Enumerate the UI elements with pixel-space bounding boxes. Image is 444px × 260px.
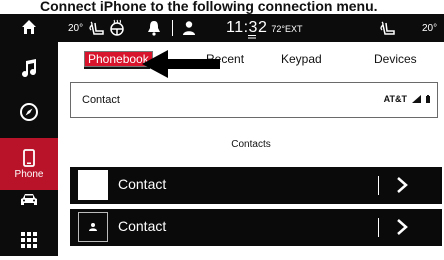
avatar: [78, 212, 108, 242]
heated-seat-icon[interactable]: [88, 14, 106, 42]
compass-icon: [20, 103, 38, 121]
sidebar-item-navigation[interactable]: [0, 92, 58, 132]
status-bar: 20° 11:32 72°EXT 20°: [58, 14, 444, 42]
device-name: Contact: [82, 94, 120, 106]
caption-text: Connect iPhone to the following connecti…: [0, 0, 444, 14]
status-divider: [172, 20, 173, 36]
user-profile-icon[interactable]: [182, 14, 196, 42]
heated-seat-passenger-icon[interactable]: [379, 14, 397, 42]
sidebar-item-label: Phone: [14, 168, 44, 180]
clock-group: 11:32 72°EXT: [226, 14, 302, 42]
outside-temp: 72°EXT: [271, 24, 303, 34]
contact-list-item[interactable]: Contact: [70, 209, 442, 246]
driver-temp[interactable]: 20°: [68, 14, 83, 42]
battery-icon: [426, 95, 430, 103]
avatar: [78, 170, 108, 200]
home-icon: [22, 20, 36, 34]
phone-main-panel: Phonebook Recent Keypad Devices Contact …: [58, 42, 444, 256]
tab-keypad[interactable]: Keypad: [281, 52, 322, 66]
sidebar-item-media[interactable]: [0, 48, 58, 88]
person-icon: [89, 223, 97, 231]
contact-name: Contact: [118, 176, 167, 192]
passenger-temp[interactable]: 20°: [422, 14, 437, 42]
row-divider: [378, 218, 379, 237]
chevron-right-icon[interactable]: [396, 219, 408, 235]
carrier-name: AT&T: [383, 94, 407, 104]
clock-time: 11:32: [226, 19, 268, 36]
connected-device-row[interactable]: Contact AT&T: [70, 82, 438, 118]
phone-icon: [23, 148, 35, 167]
pointer-arrow-icon: [142, 50, 220, 78]
music-note-icon: [22, 59, 37, 77]
sidebar: Phone: [0, 14, 58, 256]
car-icon: [21, 194, 37, 205]
apps-grid-icon: [21, 232, 37, 248]
sidebar-item-apps[interactable]: [0, 220, 58, 260]
tab-devices[interactable]: Devices: [374, 52, 417, 66]
row-divider: [378, 176, 379, 195]
active-tab-indicator: [84, 67, 150, 69]
phone-tabs: Phonebook Recent Keypad Devices: [58, 42, 444, 78]
contacts-heading: Contacts: [231, 139, 271, 150]
chevron-right-icon[interactable]: [396, 177, 408, 193]
sidebar-item-vehicle[interactable]: [0, 180, 58, 220]
signal-strength-icon: [412, 95, 421, 103]
bell-icon[interactable]: [147, 14, 161, 42]
contact-list-item[interactable]: Contact: [70, 167, 442, 204]
sidebar-item-home[interactable]: [0, 14, 58, 40]
heated-steering-wheel-icon[interactable]: [108, 14, 126, 42]
contact-name: Contact: [118, 218, 167, 234]
clock-indicator-icon: [248, 35, 256, 39]
